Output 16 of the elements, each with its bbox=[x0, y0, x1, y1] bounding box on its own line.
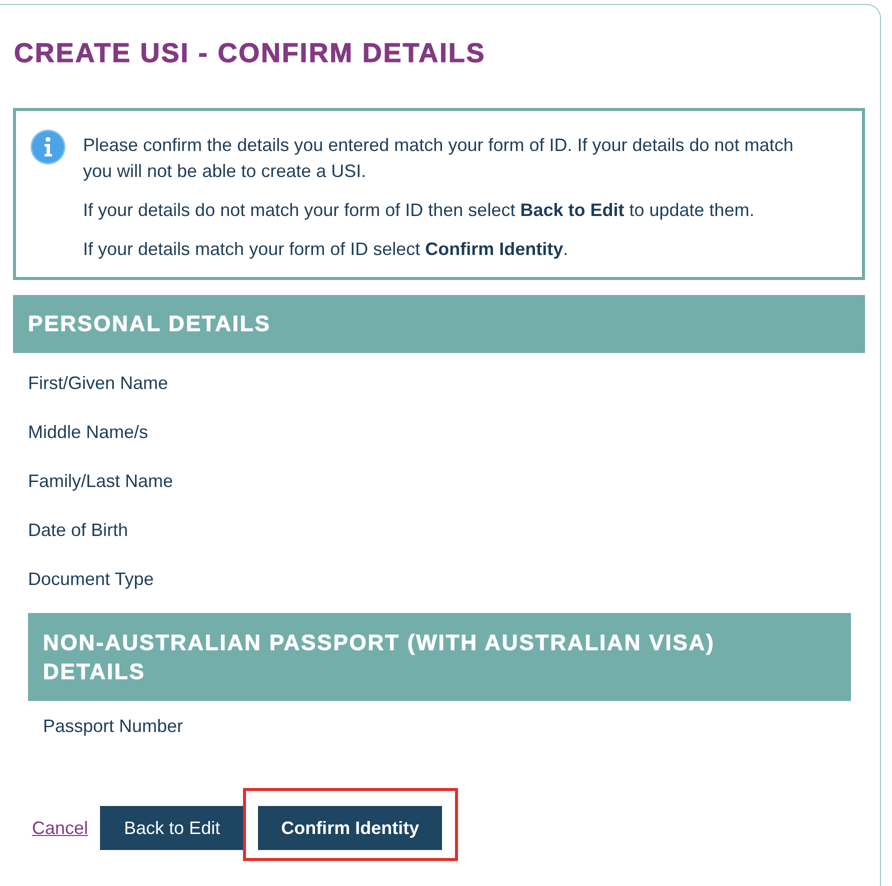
notice-text: If your details do not match your form of ID then select Back to Edit to update them. bbox=[83, 199, 756, 222]
field-label: Family/Last Name bbox=[28, 470, 174, 492]
page-title: CREATE USI - CONFIRM DETAILS bbox=[14, 37, 487, 70]
notice-text: Please confirm the details you entered match your form of ID. If your details do not match you will not be able to create a USI. bbox=[83, 134, 794, 183]
secondary-button[interactable]: Back to Edit bbox=[100, 806, 244, 850]
field-label: Passport Number bbox=[43, 714, 184, 736]
field-label: Date of Birth bbox=[28, 518, 128, 540]
notice-text: If your details match your form of ID select Confirm Identity. bbox=[83, 238, 570, 261]
field-label: Middle Name/s bbox=[28, 420, 148, 442]
info-icon bbox=[30, 129, 66, 165]
cancel-link[interactable]: Cancel bbox=[32, 817, 88, 839]
field-label: Document Type bbox=[28, 568, 154, 590]
section-header: PERSONAL DETAILS bbox=[13, 295, 865, 353]
field-label: First/Given Name bbox=[28, 372, 168, 394]
section-header: NON-AUSTRALIAN PASSPORT (WITH AUSTRALIAN VISA) DETAILS bbox=[28, 613, 851, 701]
primary-button[interactable]: Confirm Identity bbox=[258, 806, 442, 850]
